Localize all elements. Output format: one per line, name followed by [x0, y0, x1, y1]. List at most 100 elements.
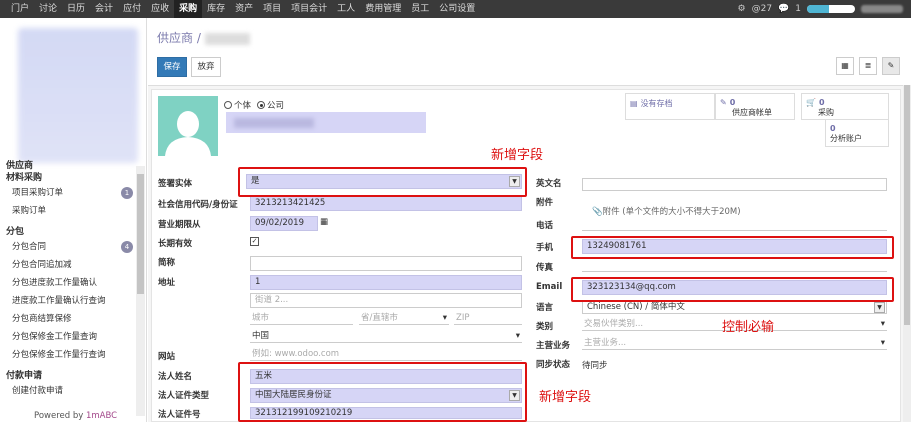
topmenu-item[interactable]: 库存	[202, 0, 230, 18]
sidebar-item[interactable]: 创建付款申请	[0, 382, 135, 400]
zip-input[interactable]: ZIP	[454, 312, 522, 325]
annotation-required: 控制必输	[722, 320, 775, 335]
notification-count[interactable]: @27	[752, 4, 772, 14]
label-industry: 主营业务	[536, 341, 571, 351]
message-count[interactable]: 1	[795, 4, 801, 14]
topmenu-item[interactable]: 费用管理	[360, 0, 406, 18]
attachment-button[interactable]: 📎附件 (单个文件的大小不得大于20M)	[592, 205, 741, 217]
sidebar-item[interactable]: 采购订单	[0, 202, 135, 220]
stat-vendor-bills[interactable]: ✎ 0 供应商帐单	[715, 93, 795, 120]
annotation-box-sign-entity	[238, 167, 527, 197]
country-select[interactable]: 中国 ▾	[250, 330, 522, 343]
stat-purchases[interactable]: 🛒 0 采购	[801, 93, 889, 120]
sync-status-value: 待同步	[582, 361, 608, 371]
language-select[interactable]: Chinese (CN) / 简体中文 ▼	[582, 300, 887, 314]
street2-input[interactable]: 街道 2...	[250, 293, 522, 308]
phone-input[interactable]	[582, 218, 887, 231]
label-phone: 电话	[536, 221, 554, 231]
state-select[interactable]: 省/直辖市 ▾	[359, 312, 449, 325]
sidebar-item[interactable]: 项目采购订单 1	[0, 184, 135, 202]
company-logo	[18, 28, 138, 163]
stat-archive[interactable]: ▤ 没有存档	[625, 93, 715, 120]
sidebar-section[interactable]: 付款申请	[0, 370, 135, 382]
label-address: 地址	[158, 278, 176, 288]
list-view-icon[interactable]: ≣	[859, 57, 877, 75]
sidebar-item[interactable]: 分包合同 4	[0, 238, 135, 256]
sidebar-item[interactable]: 分包商结算保修	[0, 310, 135, 328]
annotation-box-email	[571, 277, 894, 302]
annotation-new-field-2: 新增字段	[539, 390, 592, 405]
sidebar-item[interactable]: 进度款工作量确认行查询	[0, 292, 135, 310]
radio-company[interactable]: 公司	[257, 99, 284, 111]
kanban-view-icon[interactable]: ▦	[836, 57, 854, 75]
avatar-silhouette-icon	[165, 111, 211, 156]
topmenu-item[interactable]: 工人	[332, 0, 360, 18]
short-name-input[interactable]	[250, 256, 522, 271]
sidebar-item[interactable]: 分包合同追加减	[0, 256, 135, 274]
partner-name-input[interactable]	[226, 112, 426, 133]
credit-code-input[interactable]: 3213213421425	[250, 196, 522, 211]
label-attachment: 附件	[536, 198, 554, 208]
calendar-icon[interactable]: ▦	[320, 217, 328, 227]
fax-input[interactable]	[582, 259, 887, 272]
save-button[interactable]: 保存	[157, 57, 187, 77]
sidebar-item[interactable]: 分包保修金工作量行查询	[0, 346, 135, 364]
industry-select[interactable]: 主营业务... ▾	[582, 337, 887, 350]
annotation-box-legal-fields	[238, 362, 527, 422]
gear-icon[interactable]: ⚙	[738, 4, 746, 14]
top-navbar: 门户 讨论 日历 会计 应付 应收 采购 库存 资产 项目 项目会计 工人 费用管理 员工 公司设置 ⚙ @…	[0, 0, 911, 18]
page-scrollbar[interactable]	[903, 85, 911, 422]
stat-analytic-accounts[interactable]: 0 分析账户	[825, 120, 889, 147]
city-input[interactable]: 城市	[250, 312, 353, 325]
chat-icon[interactable]: 💬	[778, 4, 789, 14]
en-name-input[interactable]	[582, 178, 887, 191]
breadcrumb-suppliers-link[interactable]: 供应商	[157, 31, 193, 45]
topmenu-item[interactable]: 项目	[258, 0, 286, 18]
label-email: Email	[536, 282, 563, 292]
topmenu-item[interactable]: 采购	[174, 0, 203, 18]
label-fax: 传真	[536, 263, 554, 273]
avatar-image[interactable]	[158, 96, 218, 156]
radio-individual[interactable]: 个体	[224, 99, 251, 111]
sidebar-scrollbar[interactable]	[136, 166, 145, 416]
street-input[interactable]: 1	[250, 275, 522, 290]
topmenu-item[interactable]: 会计	[90, 0, 118, 18]
annotation-new-field-1: 新增字段	[491, 148, 544, 163]
topbar-right: ⚙ @27 💬 1	[738, 4, 911, 14]
count-badge: 1	[121, 187, 133, 199]
count-badge: 4	[121, 241, 133, 253]
topmenu-item[interactable]: 公司设置	[434, 0, 480, 18]
topmenu-item[interactable]: 应付	[118, 0, 146, 18]
label-sign-entity: 签署实体	[158, 179, 193, 189]
topmenu-item[interactable]: 门户	[6, 0, 34, 18]
powered-brand-link[interactable]: 1mABC	[86, 411, 117, 421]
discard-button[interactable]: 放弃	[191, 57, 221, 77]
label-long-term: 长期有效	[158, 239, 193, 249]
long-term-checkbox[interactable]: ✓	[250, 237, 259, 246]
topmenu-item[interactable]: 讨论	[34, 0, 62, 18]
topmenu-item[interactable]: 项目会计	[286, 0, 332, 18]
topmenu-item[interactable]: 日历	[62, 0, 90, 18]
label-mobile: 手机	[536, 243, 554, 253]
sidebar-item[interactable]: 分包进度款工作量确认	[0, 274, 135, 292]
paperclip-icon: 📎	[592, 207, 603, 217]
sidebar-section[interactable]: 供应商	[0, 160, 135, 172]
powered-by: Powered by 1mABC	[34, 411, 118, 421]
topmenu-item[interactable]: 员工	[406, 0, 434, 18]
sidebar-item[interactable]: 分包保修金工作量查询	[0, 328, 135, 346]
label-legal-id-type: 法人证件类型	[158, 391, 210, 401]
label-en-name: 英文名	[536, 179, 562, 189]
label-credit-code: 社会信用代码/身份证	[158, 200, 238, 210]
user-menu[interactable]	[861, 5, 903, 13]
website-input[interactable]: 例如: www.odoo.com	[250, 348, 522, 361]
topmenu-item[interactable]: 应收	[146, 0, 174, 18]
sidebar-menu: 供应商 材料采购 项目采购订单 1 采购订单分包 分包合同 4 分包合同追加减 分包进度款工作量…	[0, 160, 135, 400]
label-category: 类别	[536, 322, 554, 332]
period-from-date[interactable]: 09/02/2019	[250, 216, 318, 231]
sidebar-section[interactable]: 分包	[0, 226, 135, 238]
sidebar-section[interactable]: 材料采购	[0, 172, 135, 184]
label-legal-id-no: 法人证件号	[158, 410, 201, 420]
label-sync-status: 同步状态	[536, 360, 571, 370]
form-view-icon[interactable]: ✎	[882, 57, 900, 75]
topmenu-item[interactable]: 资产	[230, 0, 258, 18]
